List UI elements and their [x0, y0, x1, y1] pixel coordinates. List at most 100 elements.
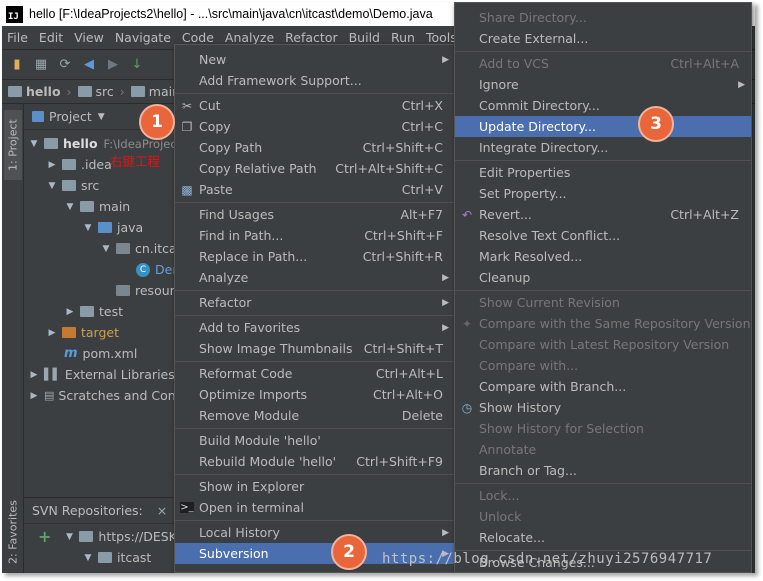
menu-item-commit-directory[interactable]: Commit Directory...: [455, 95, 751, 116]
tree-item-pom[interactable]: m pom.xml: [64, 343, 137, 364]
breadcrumb-hello[interactable]: hello: [8, 84, 61, 99]
expanded-arrow-icon[interactable]: ▼: [46, 181, 58, 191]
menu-item-shortcut: Ctrl+Alt+L: [375, 366, 443, 381]
sync-icon[interactable]: ⟳: [56, 56, 74, 74]
menu-item-remove-module[interactable]: Remove Module Delete: [175, 405, 455, 426]
menu-view[interactable]: View: [74, 30, 104, 45]
forward-arrow-icon[interactable]: ▶: [104, 56, 122, 74]
tree-item-external-libraries[interactable]: ▶ ▌▌ External Libraries: [28, 364, 175, 385]
menu-item-add-framework-support[interactable]: Add Framework Support...: [175, 70, 455, 91]
collapsed-arrow-icon[interactable]: ▶: [28, 391, 40, 401]
menu-item-rebuild-module[interactable]: Rebuild Module 'hello' Ctrl+Shift+F9: [175, 451, 455, 472]
window-title: hello [F:\IdeaProjects2\hello] - ...\src…: [29, 7, 433, 21]
expanded-arrow-icon[interactable]: ▼: [82, 223, 94, 233]
menu-item-cleanup[interactable]: Cleanup: [455, 267, 751, 288]
svn-repo-subitem[interactable]: ▼ itcast: [82, 547, 152, 568]
ide-window: IJ hello [F:\IdeaProjects2\hello] - ...\…: [2, 2, 755, 573]
menu-file[interactable]: File: [7, 30, 28, 45]
menu-item-paste[interactable]: ▩ Paste Ctrl+V: [175, 179, 455, 200]
tree-item-java[interactable]: ▼ java: [82, 217, 144, 238]
menu-item-revert[interactable]: ↶ Revert... Ctrl+Alt+Z: [455, 204, 751, 225]
menu-tools[interactable]: Tools: [426, 30, 457, 45]
menu-item-local-history[interactable]: Local History ▶: [175, 522, 455, 543]
collapsed-arrow-icon[interactable]: ▶: [46, 328, 58, 338]
menu-item-resolve-text-conflict[interactable]: Resolve Text Conflict...: [455, 225, 751, 246]
menu-run[interactable]: Run: [391, 30, 415, 45]
menu-item-label: Find Usages: [199, 207, 275, 222]
folder-icon: [79, 531, 94, 542]
menu-item-optimize-imports[interactable]: Optimize Imports Ctrl+Alt+O: [175, 384, 455, 405]
build-icon[interactable]: ↓: [128, 56, 146, 74]
menu-item-add-to-favorites[interactable]: Add to Favorites ▶: [175, 317, 455, 338]
menu-item-ignore[interactable]: Ignore ▶: [455, 74, 751, 95]
menu-navigate[interactable]: Navigate: [115, 30, 171, 45]
menu-item-reformat-code[interactable]: Reformat Code Ctrl+Alt+L: [175, 363, 455, 384]
tab-favorites[interactable]: 2: Favorites: [4, 496, 22, 568]
project-icon: [32, 111, 44, 122]
menu-item-compare-with-branch[interactable]: Compare with Branch...: [455, 376, 751, 397]
menu-item-relocate[interactable]: Relocate...: [455, 527, 751, 548]
menu-refactor[interactable]: Refactor: [285, 30, 337, 45]
tree-item-test[interactable]: ▶ test: [64, 301, 123, 322]
menu-item-refactor[interactable]: Refactor ▶: [175, 292, 455, 313]
expanded-arrow-icon[interactable]: ▼: [28, 139, 40, 149]
tree-item-label: hello: [63, 136, 98, 151]
chevron-down-icon[interactable]: ▼: [98, 112, 105, 122]
tab-project[interactable]: 1: Project: [4, 110, 22, 180]
menu-item-open-in-terminal[interactable]: >_ Open in terminal: [175, 497, 455, 518]
menu-item-find-usages[interactable]: Find Usages Alt+F7: [175, 204, 455, 225]
menu-item-label: Compare with Branch...: [479, 379, 627, 394]
expanded-arrow-icon[interactable]: ▼: [64, 202, 76, 212]
menu-item-analyze[interactable]: Analyze ▶: [175, 267, 455, 288]
menu-item-find-in-path[interactable]: Find in Path... Ctrl+Shift+F: [175, 225, 455, 246]
menu-item-edit-properties[interactable]: Edit Properties: [455, 162, 751, 183]
menu-item-integrate-directory[interactable]: Integrate Directory...: [455, 137, 751, 158]
watermark-text: https://blog.csdn.net/zhuyi2576947717: [382, 551, 713, 567]
menu-item-label: Show History for Selection: [479, 421, 644, 436]
close-icon[interactable]: ×: [157, 503, 167, 518]
tree-item-main[interactable]: ▼ main: [64, 196, 131, 217]
menu-item-show-current-revision: Show Current Revision: [455, 292, 751, 313]
menu-item-update-directory[interactable]: Update Directory...: [455, 116, 751, 137]
collapsed-arrow-icon[interactable]: ▶: [28, 370, 40, 380]
menu-item-show-history[interactable]: ◷ Show History: [455, 397, 751, 418]
save-icon[interactable]: ▦: [32, 56, 50, 74]
tree-item-label: src: [81, 178, 100, 193]
submenu-arrow-icon: ▶: [738, 79, 745, 90]
menu-item-copy[interactable]: ❐ Copy Ctrl+C: [175, 116, 455, 137]
menu-item-copy-relative-path[interactable]: Copy Relative Path Ctrl+Alt+Shift+C: [175, 158, 455, 179]
menu-item-build-module[interactable]: Build Module 'hello': [175, 430, 455, 451]
menu-item-show-in-explorer[interactable]: Show in Explorer: [175, 476, 455, 497]
menu-code[interactable]: Code: [182, 30, 214, 45]
menu-item-new[interactable]: New ▶: [175, 49, 455, 70]
menu-item-create-external[interactable]: Create External...: [455, 28, 751, 49]
menu-item-branch-or-tag[interactable]: Branch or Tag...: [455, 460, 751, 481]
expanded-arrow-icon[interactable]: ▼: [100, 244, 112, 254]
menu-item-label: Integrate Directory...: [479, 140, 609, 155]
menu-item-mark-resolved[interactable]: Mark Resolved...: [455, 246, 751, 267]
menu-item-set-property[interactable]: Set Property...: [455, 183, 751, 204]
menu-item-copy-path[interactable]: Copy Path Ctrl+Shift+C: [175, 137, 455, 158]
add-icon[interactable]: +: [38, 527, 51, 546]
tree-item-target[interactable]: ▶ target: [46, 322, 119, 343]
menu-analyze[interactable]: Analyze: [225, 30, 274, 45]
menu-item-shortcut: Delete: [401, 408, 443, 423]
menu-item-label: Remove Module: [199, 408, 300, 423]
menu-item-label: Branch or Tag...: [479, 463, 577, 478]
tree-item-idea[interactable]: ▶ .idea: [46, 154, 112, 175]
back-arrow-icon[interactable]: ◀: [80, 56, 98, 74]
menu-edit[interactable]: Edit: [39, 30, 63, 45]
collapsed-arrow-icon[interactable]: ▶: [46, 160, 58, 170]
breadcrumb-main[interactable]: main: [130, 84, 180, 99]
expanded-arrow-icon[interactable]: ▼: [63, 532, 75, 542]
menu-item-show-image-thumbnails[interactable]: Show Image Thumbnails Ctrl+Shift+T: [175, 338, 455, 359]
menu-item-shortcut: Ctrl+Alt+Z: [670, 207, 739, 222]
open-folder-icon[interactable]: ▮: [8, 56, 26, 74]
breadcrumb-src[interactable]: src: [77, 84, 114, 99]
collapsed-arrow-icon[interactable]: ▶: [64, 307, 76, 317]
menu-build[interactable]: Build: [349, 30, 380, 45]
expanded-arrow-icon[interactable]: ▼: [82, 553, 94, 563]
menu-item-cut[interactable]: ✂ Cut Ctrl+X: [175, 95, 455, 116]
tree-item-src[interactable]: ▼ src: [46, 175, 100, 196]
menu-item-replace-in-path[interactable]: Replace in Path... Ctrl+Shift+R: [175, 246, 455, 267]
